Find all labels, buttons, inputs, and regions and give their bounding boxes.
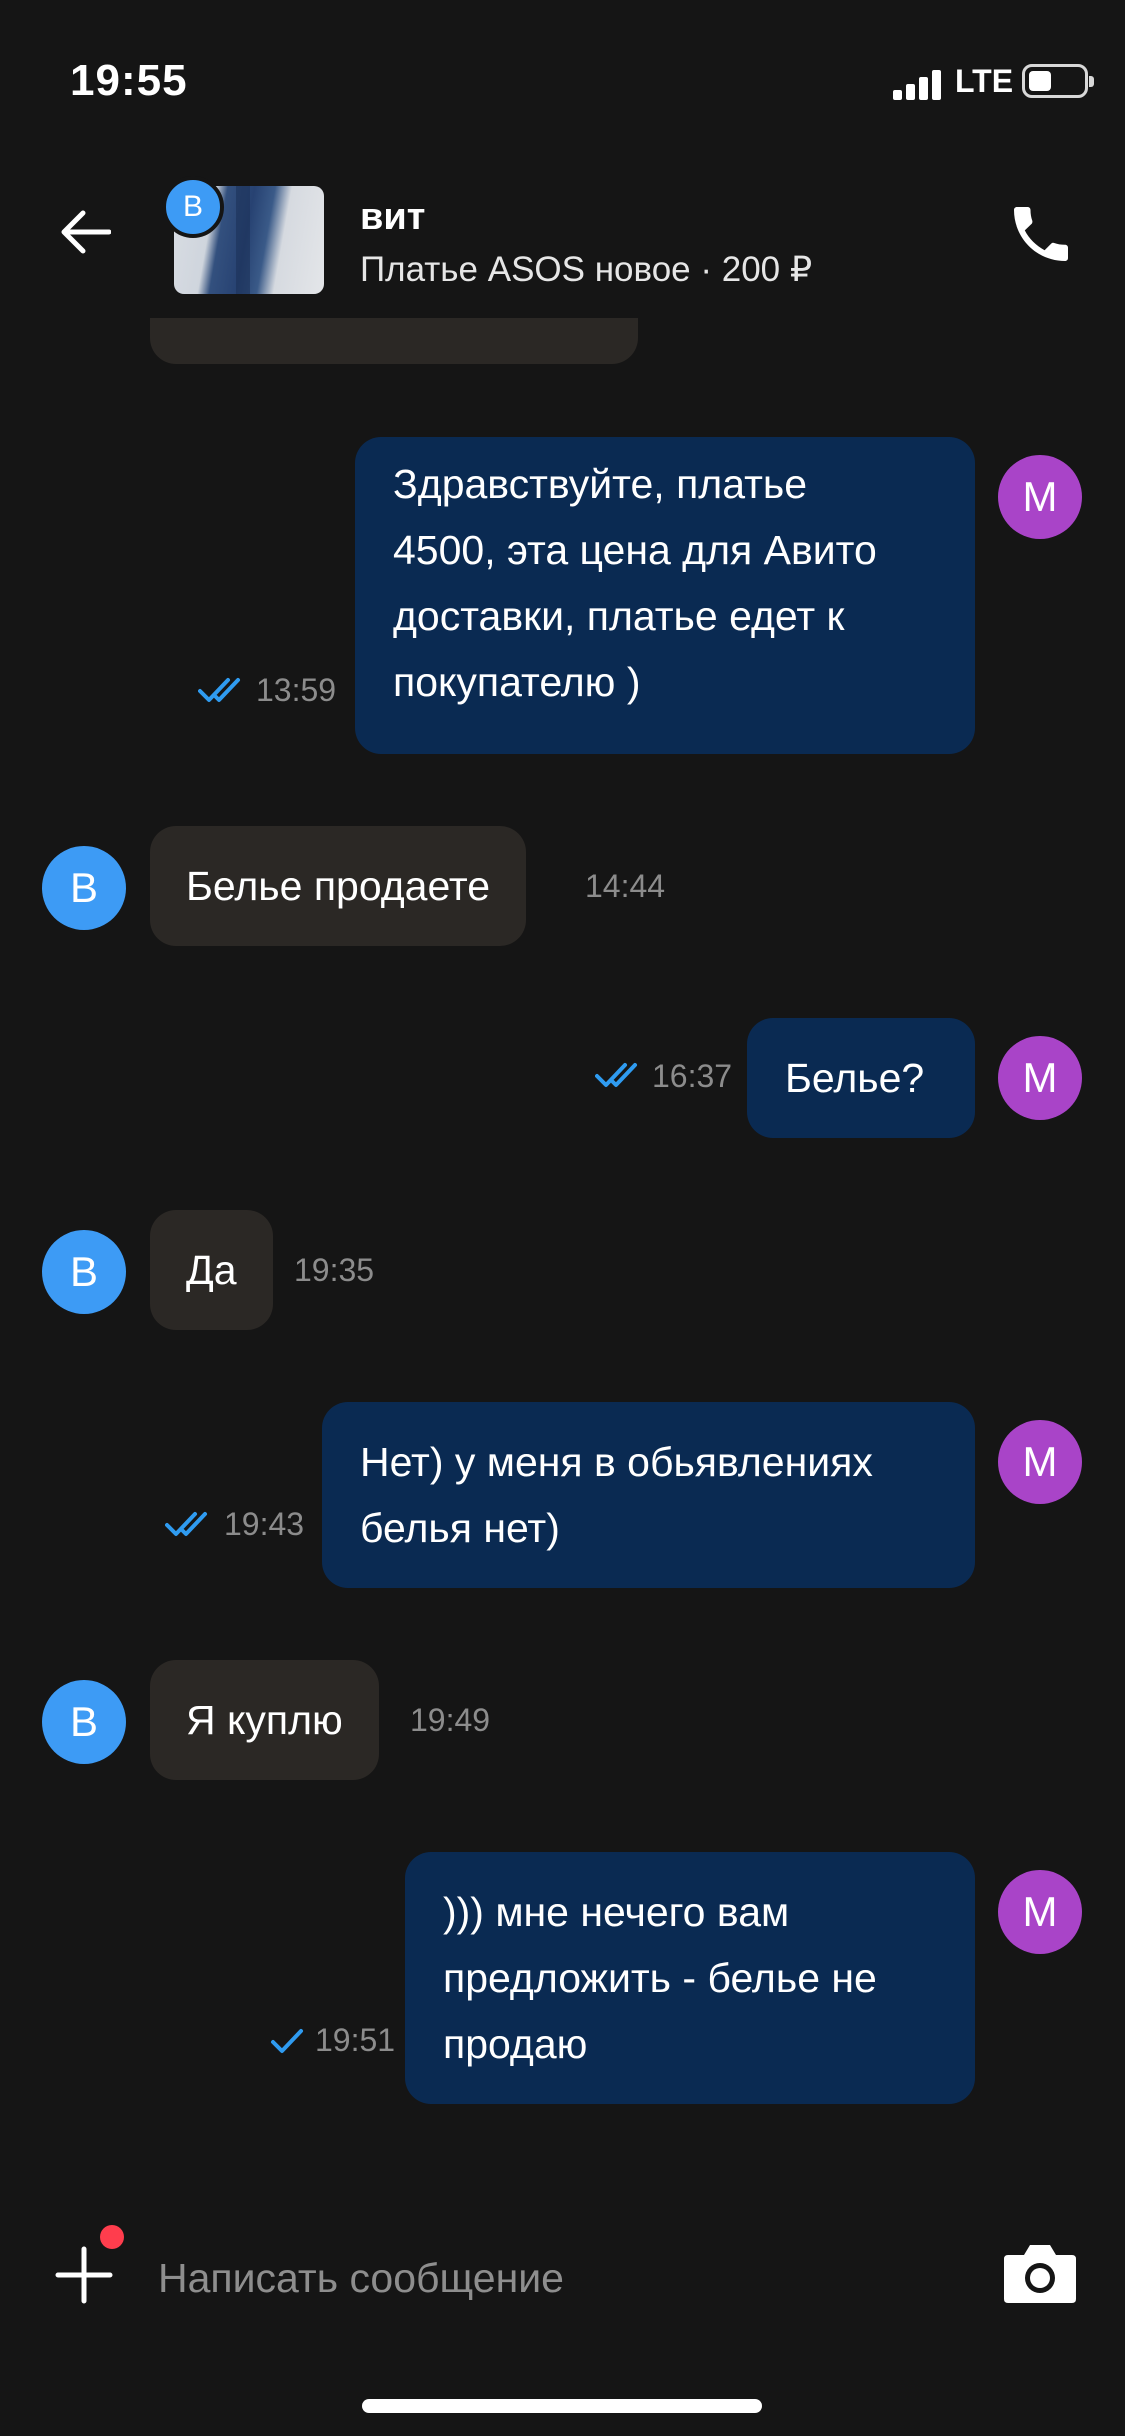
message-bubble-incoming[interactable]: Да (150, 1210, 273, 1330)
double-check-icon (198, 678, 240, 702)
message-time: 19:43 (224, 1506, 305, 1542)
camera-icon (1004, 2245, 1076, 2303)
message-bubble-incoming[interactable] (150, 318, 638, 364)
notification-dot (100, 2225, 124, 2249)
double-check-icon (595, 1063, 637, 1087)
message-time: 19:49 (410, 1702, 491, 1738)
attach-button[interactable] (52, 2243, 116, 2307)
message-time: 19:35 (294, 1252, 375, 1288)
message-list[interactable]: Здравствуйте, платье 4500, эта цена для … (0, 318, 1125, 2153)
message-time: 14:44 (585, 868, 666, 904)
listing-title[interactable]: Платье ASOS новое · 200 ₽ (360, 250, 812, 290)
message-text: Нет) у меня в обьявлениях белья нет) (360, 1439, 873, 1551)
status-time: 19:55 (70, 56, 188, 105)
sender-avatar: В (42, 1680, 126, 1764)
call-button[interactable] (1005, 198, 1077, 270)
sender-avatar: В (42, 846, 126, 930)
message-text: Белье? (785, 1055, 925, 1101)
signal-icon (893, 68, 945, 100)
message-text: ))) мне нечего вам предложить - белье не… (443, 1889, 877, 2067)
back-button[interactable] (50, 202, 120, 262)
single-check-icon (271, 2029, 303, 2053)
battery-icon (1022, 64, 1094, 98)
message-input[interactable] (158, 2243, 958, 2313)
chat-header: В вит Платье ASOS новое · 200 ₽ (0, 150, 1125, 318)
message-text: Белье продаете (186, 863, 491, 909)
message-text: Здравствуйте, платье 4500, эта цена для … (393, 461, 877, 705)
message-text: Я куплю (186, 1697, 343, 1743)
message-time: 16:37 (652, 1058, 733, 1094)
message-bubble-outgoing[interactable]: ))) мне нечего вам предложить - белье не… (405, 1852, 975, 2104)
camera-button[interactable] (1002, 2239, 1078, 2305)
plus-icon (55, 2246, 113, 2304)
phone-icon (1014, 207, 1068, 261)
home-indicator (362, 2399, 762, 2413)
message-composer (0, 2153, 1125, 2436)
message-bubble-incoming[interactable]: Я куплю (150, 1660, 379, 1780)
message-bubble-incoming[interactable]: Белье продаете (150, 826, 527, 946)
sender-avatar: М (998, 455, 1082, 539)
contact-avatar[interactable]: В (162, 176, 224, 238)
double-check-icon (165, 1512, 207, 1536)
sender-avatar: М (998, 1870, 1082, 1954)
sender-avatar: М (998, 1420, 1082, 1504)
message-time: 19:51 (315, 2022, 396, 2058)
contact-name[interactable]: вит (360, 196, 425, 239)
message-bubble-outgoing[interactable]: Здравствуйте, платье 4500, эта цена для … (355, 437, 975, 754)
message-time: 13:59 (256, 672, 337, 708)
sender-avatar: В (42, 1230, 126, 1314)
message-text: Да (186, 1247, 237, 1293)
message-bubble-outgoing[interactable]: Нет) у меня в обьявлениях белья нет) (322, 1402, 975, 1588)
sender-avatar: М (998, 1036, 1082, 1120)
message-bubble-outgoing[interactable]: Белье? (747, 1018, 975, 1138)
status-bar: 19:55 LTE (0, 0, 1125, 150)
network-label: LTE (955, 63, 1014, 99)
back-arrow-icon (61, 210, 111, 254)
